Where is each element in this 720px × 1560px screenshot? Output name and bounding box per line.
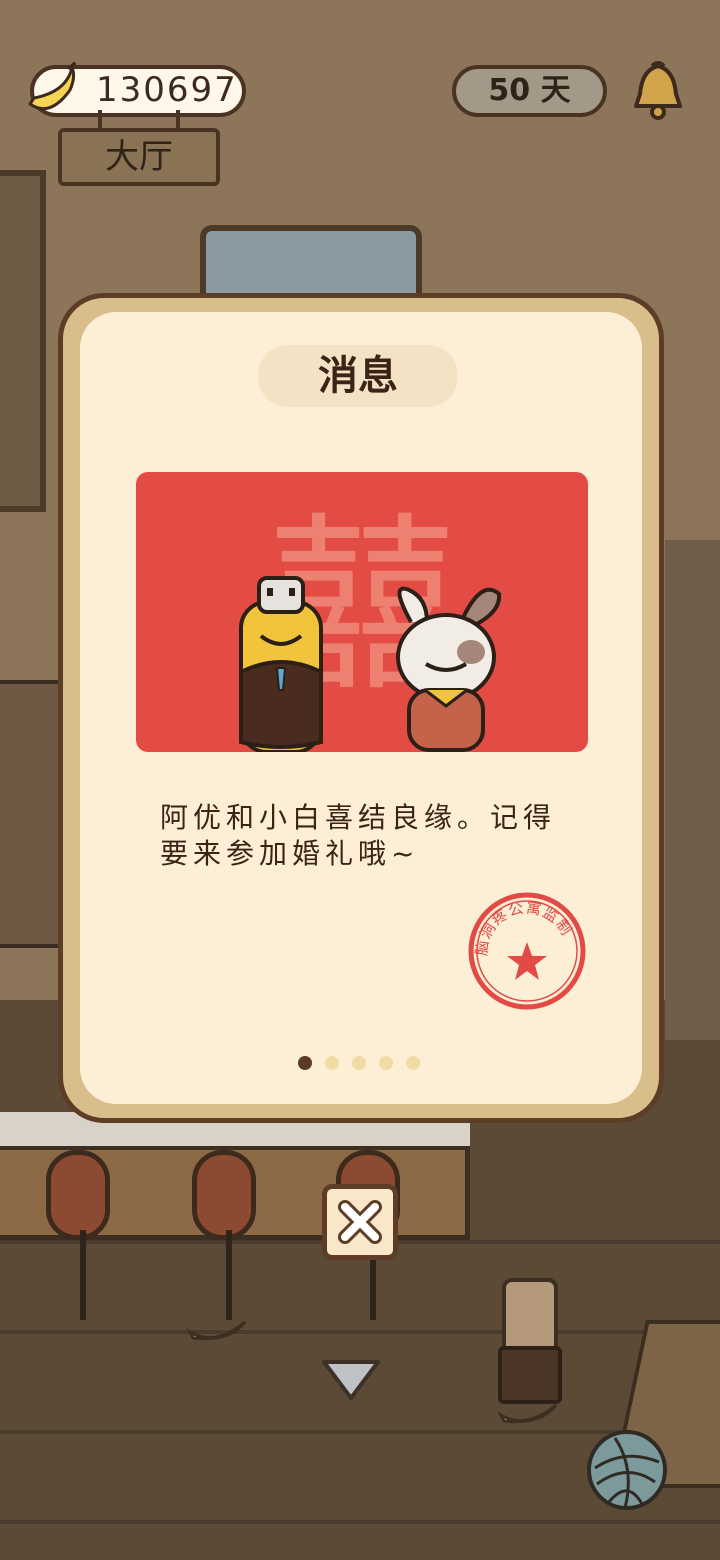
grinder-jar (502, 1278, 558, 1356)
wedding-banner-image: 囍 (136, 472, 588, 752)
floor-plank (0, 1520, 720, 1524)
double-happiness-glyph: 囍 (266, 496, 457, 717)
days-counter[interactable]: 50 天 (452, 65, 607, 117)
shelf (0, 680, 64, 948)
official-stamp: 脑洞疼公寓监制 (468, 892, 586, 1010)
yarn-ball-icon[interactable] (585, 1428, 669, 1512)
star-icon (507, 942, 547, 980)
groom-character (239, 576, 323, 752)
dialog-title: 消息 (318, 353, 398, 399)
sign-rope (176, 110, 180, 130)
bar-stool (46, 1150, 110, 1240)
page-dot[interactable] (298, 1056, 312, 1070)
banana-count: 130697 (96, 70, 238, 110)
stool-leg (226, 1230, 232, 1320)
message-body: 阿优和小白喜结良缘。记得要来参加婚礼哦~ (160, 801, 557, 870)
floor-plank (0, 1330, 720, 1334)
door (0, 170, 46, 512)
close-icon (338, 1200, 382, 1244)
stool-leg (80, 1230, 86, 1320)
bell-icon[interactable] (630, 60, 686, 122)
bar-stool (192, 1150, 256, 1240)
bride-character (396, 586, 502, 752)
close-button[interactable] (322, 1184, 398, 1260)
banana-peel-icon[interactable] (496, 1395, 566, 1429)
banana-icon (28, 62, 76, 111)
banana-peel-icon[interactable] (185, 1312, 255, 1346)
page-dot[interactable] (406, 1056, 420, 1070)
chevron-down-icon[interactable] (320, 1358, 382, 1402)
coffee-grinder[interactable] (498, 1278, 562, 1404)
page-dot[interactable] (352, 1056, 366, 1070)
stacked-shelves (665, 540, 720, 1040)
page-indicator (298, 1056, 428, 1072)
page-dot[interactable] (379, 1056, 393, 1070)
page-dot[interactable] (325, 1056, 339, 1070)
room-name-sign: 大厅 (58, 128, 220, 186)
sign-rope (98, 110, 102, 130)
